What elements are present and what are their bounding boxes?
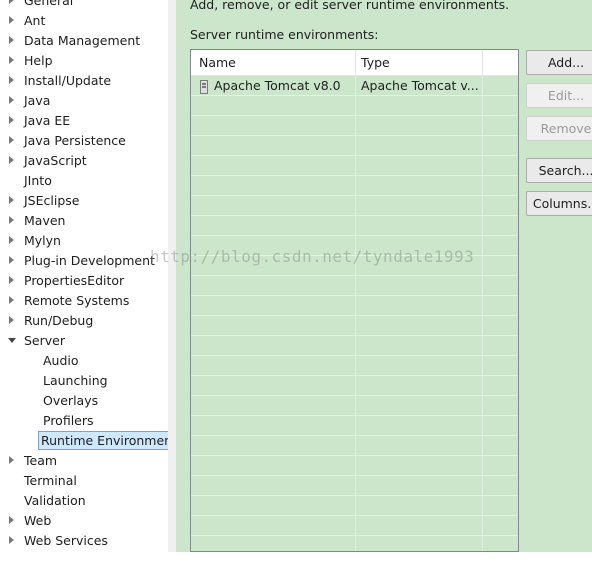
tree-item-label: Help — [24, 53, 53, 68]
tree-item-label: General — [24, 0, 74, 8]
chevron-right-icon[interactable] — [9, 216, 14, 224]
columns-button[interactable]: Columns... — [526, 191, 592, 216]
tree-item-jseclipse[interactable]: JSEclipse — [0, 192, 168, 210]
tree-item-label: Runtime Environment — [38, 431, 168, 450]
tree-item-java[interactable]: Java — [0, 92, 168, 110]
tree-item-label: Run/Debug — [24, 313, 94, 328]
chevron-right-icon[interactable] — [9, 16, 14, 24]
preferences-tree: General Ant Data Management Help Install/Upd… — [0, 0, 168, 552]
tree-item-terminal[interactable]: Terminal — [0, 472, 168, 490]
chevron-right-icon[interactable] — [9, 536, 14, 544]
chevron-right-icon[interactable] — [9, 56, 14, 64]
page-description: Add, remove, or edit server runtime envi… — [190, 0, 510, 12]
runtime-type-cell: Apache Tomcat v... — [361, 78, 479, 93]
chevron-right-icon[interactable] — [9, 96, 14, 104]
chevron-right-icon[interactable] — [9, 76, 14, 84]
tree-item-label: Plug-in Development — [24, 253, 155, 268]
tree-item-remote-systems[interactable]: Remote Systems — [0, 292, 168, 310]
tree-item-java-persistence[interactable]: Java Persistence — [0, 132, 168, 150]
column-header-name[interactable]: Name — [199, 55, 236, 70]
tree-item-profilers[interactable]: Profilers — [0, 412, 168, 430]
search-button[interactable]: Search... — [526, 158, 592, 183]
tree-item-label: Java — [24, 93, 51, 108]
tree-item-team[interactable]: Team — [0, 452, 168, 470]
tree-item-label: Install/Update — [24, 73, 112, 88]
chevron-right-icon[interactable] — [9, 456, 14, 464]
tree-item-maven[interactable]: Maven — [0, 212, 168, 230]
tree-item-ant[interactable]: Ant — [0, 12, 168, 30]
tree-item-jinto[interactable]: JInto — [0, 172, 168, 190]
tree-item-audio[interactable]: Audio — [0, 352, 168, 370]
tree-item-label: Mylyn — [24, 233, 61, 248]
chevron-right-icon[interactable] — [9, 0, 14, 4]
column-separator[interactable] — [482, 50, 483, 76]
edit-button[interactable]: Edit... — [526, 83, 592, 108]
tree-item-label: Terminal — [24, 473, 77, 488]
tree-item-java-ee[interactable]: Java EE — [0, 112, 168, 130]
column-gridline — [482, 76, 483, 551]
chevron-right-icon[interactable] — [9, 36, 14, 44]
chevron-right-icon[interactable] — [9, 196, 14, 204]
tree-item-label: Validation — [24, 493, 86, 508]
chevron-right-icon[interactable] — [9, 136, 14, 144]
tree-item-label: Web Services — [24, 533, 108, 548]
runtime-name-cell: Apache Tomcat v8.0 — [214, 78, 341, 93]
tree-item-runtime-environment[interactable]: Runtime Environment — [0, 431, 168, 450]
sash-divider[interactable] — [168, 0, 176, 552]
tree-item-label: Profilers — [43, 413, 94, 428]
tree-item-launching[interactable]: Launching — [0, 372, 168, 390]
chevron-right-icon[interactable] — [9, 316, 14, 324]
column-gridline — [355, 76, 356, 551]
runtimes-table[interactable]: Name Type Apache Tomcat v8.0 Apache Tomc… — [190, 49, 519, 552]
tree-item-label: Team — [24, 453, 58, 468]
chevron-right-icon[interactable] — [9, 276, 14, 284]
runtimes-list-label: Server runtime environments: — [190, 27, 379, 42]
tree-item-overlays[interactable]: Overlays — [0, 392, 168, 410]
server-runtime-icon — [200, 80, 208, 94]
tree-item-label: JavaScript — [24, 153, 87, 168]
chevron-right-icon[interactable] — [9, 116, 14, 124]
tree-item-label: Web — [24, 513, 52, 528]
chevron-right-icon[interactable] — [9, 256, 14, 264]
tree-item-label: Overlays — [43, 393, 99, 408]
tree-item-label: Ant — [24, 13, 46, 28]
watermark-text: http://blog.csdn.net/tyndale1993 — [150, 247, 475, 266]
tree-item-plug-in-development[interactable]: Plug-in Development — [0, 252, 168, 270]
remove-button[interactable]: Remove — [526, 116, 592, 141]
tree-item-label: JSEclipse — [24, 193, 80, 208]
tree-item-label: Server — [24, 333, 65, 348]
tree-item-web-services[interactable]: Web Services — [0, 532, 168, 550]
tree-item-label: Launching — [43, 373, 108, 388]
tree-item-data-management[interactable]: Data Management — [0, 32, 168, 50]
tree-item-web[interactable]: Web — [0, 512, 168, 530]
tree-item-label: Java Persistence — [24, 133, 126, 148]
chevron-right-icon[interactable] — [9, 236, 14, 244]
tree-item-label: PropertiesEditor — [24, 273, 125, 288]
chevron-right-icon[interactable] — [9, 516, 14, 524]
tree-item-label: JInto — [24, 173, 52, 188]
add-button[interactable]: Add... — [526, 50, 592, 75]
tree-item-label: Audio — [43, 353, 79, 368]
tree-item-mylyn[interactable]: Mylyn — [0, 232, 168, 250]
tree-item-javascript[interactable]: JavaScript — [0, 152, 168, 170]
tree-item-general[interactable]: General — [0, 0, 168, 10]
tree-item-label: Java EE — [24, 113, 71, 128]
tree-item-run-debug[interactable]: Run/Debug — [0, 312, 168, 330]
chevron-down-icon[interactable] — [8, 338, 16, 343]
column-separator[interactable] — [355, 50, 356, 76]
tree-item-validation[interactable]: Validation — [0, 492, 168, 510]
tree-item-label: Maven — [24, 213, 66, 228]
tree-item-propertieseditor[interactable]: PropertiesEditor — [0, 272, 168, 290]
tree-item-help[interactable]: Help — [0, 52, 168, 70]
chevron-right-icon[interactable] — [9, 156, 14, 164]
chevron-right-icon[interactable] — [9, 296, 14, 304]
tree-item-label: Remote Systems — [24, 293, 130, 308]
tree-item-server[interactable]: Server — [0, 332, 168, 350]
tree-item-install-update[interactable]: Install/Update — [0, 72, 168, 90]
column-header-type[interactable]: Type — [361, 55, 390, 70]
tree-item-label: Data Management — [24, 33, 141, 48]
